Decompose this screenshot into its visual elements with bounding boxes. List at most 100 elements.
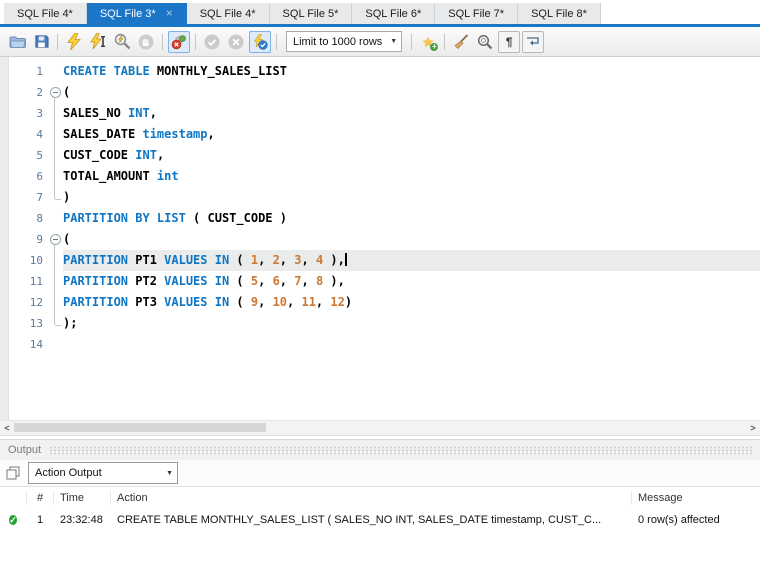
wrap-text-toggle[interactable]: [522, 30, 545, 53]
tab-close-icon[interactable]: ×: [166, 7, 173, 19]
scrollbar-thumb[interactable]: [14, 423, 266, 432]
fold-margin: [49, 187, 63, 208]
tab-sql-file-8[interactable]: SQL File 8*: [518, 3, 601, 24]
line-number: 14: [29, 338, 43, 351]
toolbar-separator: [162, 33, 163, 50]
tab-sql-file-5[interactable]: SQL File 5*: [269, 3, 353, 24]
code-text: (: [63, 85, 71, 99]
output-view-dropdown[interactable]: Action Output ▼: [28, 462, 178, 484]
show-invisibles-toggle[interactable]: ¶: [498, 30, 521, 53]
rollback-button[interactable]: [225, 31, 247, 53]
code-line-7[interactable]: 7): [9, 187, 760, 208]
sql-editor[interactable]: 1 CREATE TABLE MONTHLY_SALES_LIST 2(3 SALES…: [0, 57, 760, 420]
success-check-icon: ✓: [9, 514, 17, 525]
scroll-right-arrow[interactable]: >: [746, 423, 760, 433]
sql-editor-toolbar: Limit to 1000 rows ▼ ★ + ¶: [0, 27, 760, 57]
code-line-2[interactable]: 2(: [9, 82, 760, 103]
tab-label: SQL File 7*: [448, 7, 505, 20]
text-cursor: [344, 253, 347, 266]
save-button[interactable]: [30, 31, 52, 53]
code-line-1[interactable]: 1 CREATE TABLE MONTHLY_SALES_LIST: [9, 61, 760, 82]
line-number: 12: [29, 296, 43, 309]
fold-margin: [49, 271, 63, 292]
line-number: 9: [36, 233, 43, 246]
scroll-left-arrow[interactable]: <: [0, 423, 14, 433]
fold-margin: [49, 334, 63, 355]
stop-button[interactable]: [135, 31, 157, 53]
layers-icon: [6, 466, 20, 480]
beautify-broom-icon: [454, 34, 468, 50]
output-panel-title: Output: [8, 444, 42, 456]
limit-rows-value: Limit to 1000 rows: [293, 35, 383, 48]
mysql-workbench-window: SQL File 4* SQL File 3* × SQL File 4* SQL Fi…: [0, 0, 760, 562]
status-column-header: [0, 491, 26, 505]
dropdown-caret-icon: ▼: [390, 38, 398, 45]
tab-sql-file-4[interactable]: SQL File 4*: [186, 3, 270, 24]
tab-label: SQL File 3*: [99, 7, 156, 20]
commit-button[interactable]: [201, 31, 223, 53]
time-column-header: Time: [53, 491, 110, 505]
fold-margin: [49, 313, 63, 334]
code-text: CUST_CODE INT,: [63, 148, 165, 162]
open-file-button[interactable]: [6, 31, 28, 53]
output-table-row[interactable]: ✓ 1 23:32:48 CREATE TABLE MONTHLY_SALES_LIS…: [0, 509, 760, 531]
code-line-6[interactable]: 6 TOTAL_AMOUNT int: [9, 166, 760, 187]
rollback-x-icon: [228, 34, 244, 49]
line-number: 8: [36, 212, 43, 225]
snippet-star-icon: ★ +: [421, 33, 439, 51]
tab-label: SQL File 6*: [365, 7, 422, 20]
find-button[interactable]: [474, 31, 496, 53]
save-icon: [34, 35, 49, 48]
tab-label: SQL File 8*: [531, 7, 587, 20]
tab-sql-file-4[interactable]: SQL File 4*: [4, 3, 87, 24]
code-line-14[interactable]: 14: [9, 334, 760, 355]
beautify-button[interactable]: [450, 31, 472, 53]
open-folder-icon: [9, 36, 26, 48]
code-text: PARTITION BY LIST ( CUST_CODE ): [63, 211, 287, 225]
tab-sql-file-6[interactable]: SQL File 6*: [352, 3, 436, 24]
code-text: CREATE TABLE MONTHLY_SALES_LIST: [63, 64, 287, 78]
code-line-4[interactable]: 4 SALES_DATE timestamp,: [9, 124, 760, 145]
code-line-3[interactable]: 3 SALES_NO INT,: [9, 103, 760, 124]
execute-button[interactable]: [63, 31, 85, 53]
code-line-13[interactable]: 13);: [9, 313, 760, 334]
fold-margin: [49, 124, 63, 145]
tab-sql-file-7[interactable]: SQL File 7*: [435, 3, 519, 24]
code-text: (: [63, 232, 71, 246]
tab-label: SQL File 4*: [199, 7, 256, 20]
line-number: 13: [29, 317, 43, 330]
fold-margin: [49, 292, 63, 313]
code-text: TOTAL_AMOUNT int: [63, 169, 179, 183]
explain-plan-button[interactable]: [111, 31, 133, 53]
line-number: 7: [36, 191, 43, 204]
code-text: PARTITION PT2 VALUES IN ( 5, 6, 7, 8 ),: [63, 274, 345, 288]
output-table-body: ✓ 1 23:32:48 CREATE TABLE MONTHLY_SALES_LIS…: [0, 509, 760, 531]
toggle-stop-on-error-button[interactable]: [168, 30, 190, 53]
execute-lightning-icon: [67, 33, 81, 50]
fold-collapse-icon[interactable]: [49, 82, 63, 103]
stop-hand-icon: [138, 34, 154, 49]
output-toolbar: Action Output ▼: [0, 460, 760, 486]
horizontal-scrollbar[interactable]: < >: [0, 420, 760, 436]
find-magnifier-icon: [478, 34, 493, 49]
toggle-autocommit-button[interactable]: [249, 30, 271, 53]
toolbar-separator: [57, 33, 58, 50]
code-line-11[interactable]: 11 PARTITION PT2 VALUES IN ( 5, 6, 7, 8 )…: [9, 271, 760, 292]
message-column-header: Message: [631, 491, 760, 505]
code-area[interactable]: 1 CREATE TABLE MONTHLY_SALES_LIST 2(3 SALES…: [9, 57, 760, 420]
code-line-12[interactable]: 12 PARTITION PT3 VALUES IN ( 9, 10, 11, 1…: [9, 292, 760, 313]
fold-collapse-icon[interactable]: [49, 229, 63, 250]
save-snippet-button[interactable]: ★ +: [417, 31, 439, 53]
line-number: 3: [36, 107, 43, 120]
output-table-header: # Time Action Message: [0, 486, 760, 509]
code-line-9[interactable]: 9(: [9, 229, 760, 250]
code-line-5[interactable]: 5 CUST_CODE INT,: [9, 145, 760, 166]
wrap-text-icon: [527, 36, 539, 45]
toolbar-separator: [195, 33, 196, 50]
code-line-8[interactable]: 8 PARTITION BY LIST ( CUST_CODE ): [9, 208, 760, 229]
tab-sql-file-3[interactable]: SQL File 3* ×: [86, 3, 187, 24]
limit-rows-dropdown[interactable]: Limit to 1000 rows ▼: [286, 31, 403, 52]
code-line-10[interactable]: 10 PARTITION PT1 VALUES IN ( 1, 2, 3, 4 )…: [9, 250, 760, 271]
line-number: 5: [36, 149, 43, 162]
execute-current-statement-button[interactable]: [87, 31, 109, 53]
